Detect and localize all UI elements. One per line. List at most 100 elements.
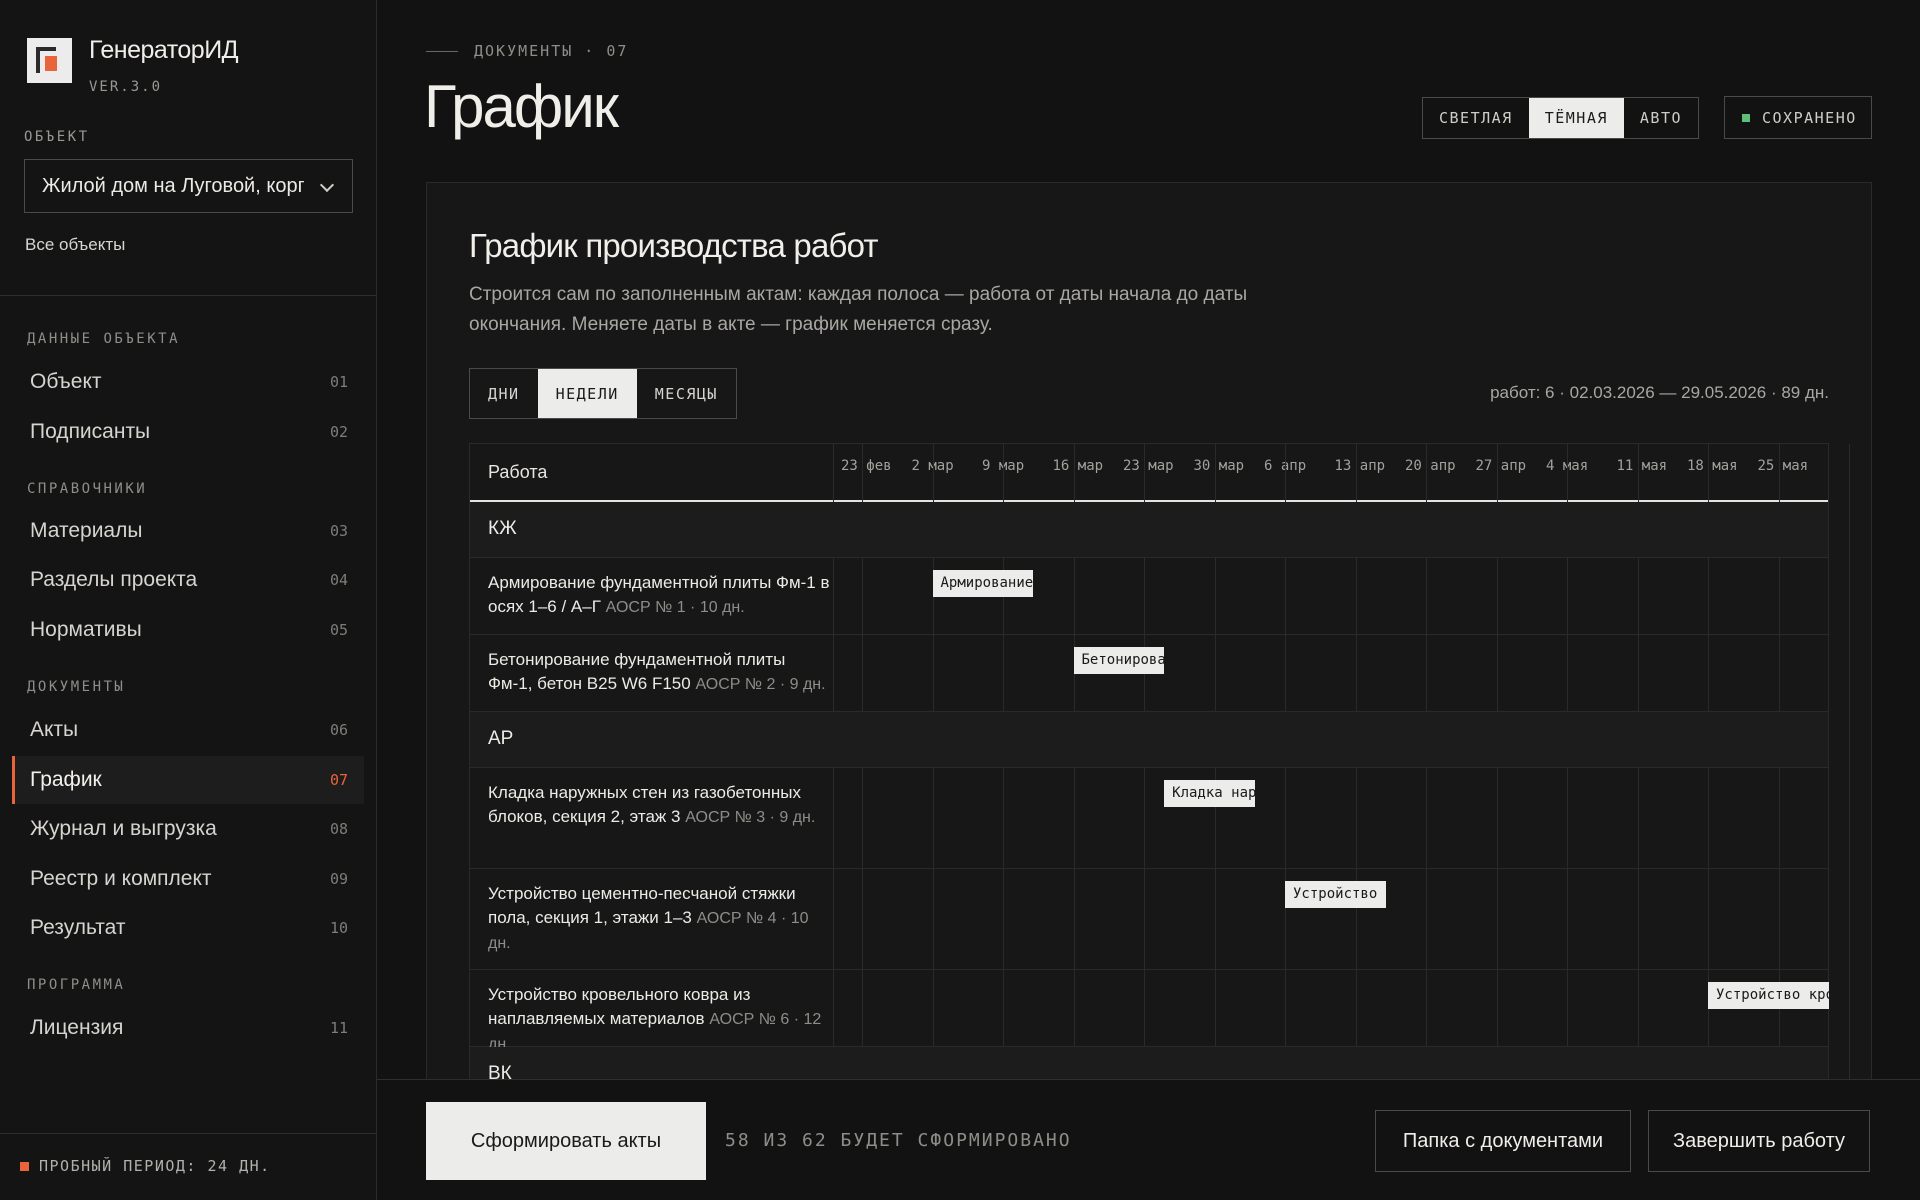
week-label: 18 мая: [1687, 458, 1738, 474]
task-bar[interactable]: Кладка наружных стен: [1164, 780, 1255, 807]
sidebar-footer-divider: [0, 1133, 377, 1134]
task-bar[interactable]: Армирование фундаментной плиты Фм-1: [932, 570, 1034, 597]
sidebar-item-number: 11: [329, 1019, 348, 1037]
trial-status: ПРОБНЫЙ ПЕРИОД: 24 ДН.: [20, 1157, 271, 1175]
scale-option[interactable]: НЕДЕЛИ: [537, 369, 637, 418]
sidebar-divider: [0, 295, 377, 296]
trial-text: ПРОБНЫЙ ПЕРИОД: 24 ДН.: [39, 1157, 271, 1175]
all-objects-link[interactable]: Все объекты: [25, 235, 125, 255]
app-version: VER.3.0: [89, 79, 163, 95]
task-bar[interactable]: Устройство стяжки: [1285, 881, 1386, 908]
week-label: 27 апр: [1475, 458, 1527, 474]
sidebar-item[interactable]: Журнал и выгрузка 08: [12, 805, 364, 853]
sidebar-item-number: 08: [329, 820, 348, 838]
task-row: Кладка наружных стен из газобетонных бло…: [470, 768, 1828, 869]
action-bar: Сформировать акты 58 ИЗ 62 БУДЕТ СФОРМИР…: [377, 1079, 1920, 1200]
sidebar-item[interactable]: Реестр и комплект 09: [12, 855, 364, 903]
task-bar[interactable]: Устройство кровельного ковра: [1708, 982, 1829, 1009]
week-label: 11 мая: [1616, 458, 1668, 474]
sidebar-item-number: 02: [329, 423, 348, 441]
schedule-panel: График производства работ Строится сам п…: [426, 182, 1872, 1142]
task-row: Бетонирование фундаментной плиты Фм-1, б…: [470, 635, 1828, 712]
object-select-value: Жилой дом на Луговой, корп. 2: [42, 174, 304, 197]
sidebar-item-label: Результат: [30, 916, 126, 939]
task-meta: АОСР № 1 · 10 дн.: [605, 599, 745, 616]
sidebar-item-label: Акты: [30, 718, 79, 741]
task-meta: АОСР № 3 · 9 дн.: [685, 809, 816, 826]
sidebar-item-label: Нормативы: [30, 618, 142, 641]
theme-option[interactable]: СВЕТЛАЯ: [1423, 98, 1529, 138]
task-label[interactable]: Устройство цементно-песчаной стяжки пола…: [488, 882, 833, 956]
sidebar-item-label: Подписанты: [30, 420, 151, 443]
chevron-down-icon: [319, 177, 335, 193]
app-window: ГенераторИД VER.3.0 ОБЪЕКТ Жилой дом на …: [0, 0, 1920, 1200]
sidebar-item[interactable]: Акты 06: [12, 706, 364, 754]
sidebar-item[interactable]: Разделы проекта 04: [12, 556, 364, 604]
sidebar-item-number: 04: [329, 571, 348, 589]
gantt-header: Работа 23 фев 2 мар 9 мар 16 мар 23 мар 30 ма…: [470, 444, 1828, 502]
sidebar-item-number: 10: [329, 919, 348, 937]
work-column-header: Работа: [488, 462, 548, 482]
page-title: График: [424, 73, 619, 140]
schedule-stats: работ: 6 · 02.03.2026 — 29.05.2026 · 89 …: [1490, 383, 1829, 402]
app-logo-icon: [27, 38, 72, 83]
theme-option[interactable]: АВТО: [1624, 98, 1698, 138]
sidebar-item-number: 01: [329, 373, 348, 391]
sidebar-item-label: Объект: [30, 370, 102, 393]
theme-switcher: СВЕТЛАЯ ТЁМНАЯ АВТО: [1422, 97, 1700, 139]
sidebar-item[interactable]: Материалы 03: [12, 507, 364, 555]
nav-group-title: ДОКУМЕНТЫ: [27, 679, 126, 695]
section-label: АР: [488, 728, 514, 749]
week-label: 16 мар: [1052, 458, 1104, 474]
sidebar-item-label: Лицензия: [30, 1016, 124, 1039]
task-meta: АОСР № 2 · 9 дн.: [695, 676, 826, 693]
sidebar-item[interactable]: Подписанты 02: [12, 408, 364, 456]
section-row: КЖ: [470, 502, 1828, 558]
sidebar-item[interactable]: Результат 10: [12, 904, 364, 952]
task-row: Устройство цементно-песчаной стяжки пола…: [470, 869, 1828, 970]
finish-work-button[interactable]: Завершить работу: [1648, 1110, 1870, 1172]
object-select[interactable]: Жилой дом на Луговой, корп. 2: [24, 159, 353, 213]
task-label[interactable]: Армирование фундаментной плиты Фм-1 в ос…: [488, 571, 833, 620]
saved-status-text: СОХРАНЕНО: [1762, 108, 1857, 127]
theme-option[interactable]: ТЁМНАЯ: [1528, 98, 1624, 138]
sidebar-item-number: 09: [329, 870, 348, 888]
nav-group-title: ДАННЫЕ ОБЪЕКТА: [27, 331, 181, 347]
nav-group-title: ПРОГРАММА: [27, 977, 126, 993]
week-label: 13 апр: [1334, 458, 1386, 474]
sidebar-item[interactable]: Нормативы 05: [12, 606, 364, 654]
saved-status: СОХРАНЕНО: [1724, 96, 1872, 139]
task-label[interactable]: Бетонирование фундаментной плиты Фм-1, б…: [488, 648, 833, 697]
task-row: Армирование фундаментной плиты Фм-1 в ос…: [470, 558, 1828, 635]
sidebar-item-label: Материалы: [30, 519, 143, 542]
schedule-title: График производства работ: [469, 227, 879, 264]
task-bar[interactable]: Бетонирование фундаментной плиты: [1073, 647, 1165, 674]
week-label: 23 фев: [841, 458, 892, 474]
sidebar-item-number: 03: [329, 522, 348, 540]
task-row: Устройство кровельного ковра из наплавля…: [470, 970, 1829, 1053]
week-label: 23 мар: [1123, 458, 1174, 474]
sidebar-item[interactable]: Объект 01: [12, 358, 364, 406]
nav-group-title: СПРАВОЧНИКИ: [27, 481, 148, 497]
sidebar-item-label: Журнал и выгрузка: [30, 817, 217, 840]
week-grid-line: [1849, 444, 1850, 1141]
task-label[interactable]: Кладка наружных стен из газобетонных бло…: [488, 781, 833, 830]
breadcrumb-text: ДОКУМЕНТЫ · 07: [474, 42, 629, 60]
generate-acts-button[interactable]: Сформировать акты: [426, 1102, 706, 1180]
breadcrumb: ДОКУМЕНТЫ · 07: [426, 42, 628, 60]
task-label[interactable]: Устройство кровельного ковра из наплавля…: [488, 983, 833, 1057]
documents-folder-button[interactable]: Папка с документами: [1375, 1110, 1631, 1172]
sidebar-item[interactable]: Лицензия 11: [12, 1004, 364, 1052]
scale-option[interactable]: МЕСЯЦЫ: [637, 369, 736, 418]
section-label: КЖ: [488, 518, 517, 539]
sidebar-item[interactable]: График 07: [12, 756, 364, 804]
sidebar-item-number: 07: [329, 771, 348, 789]
saved-indicator-icon: [1742, 113, 1750, 122]
section-row: АР: [470, 712, 1828, 768]
scale-option[interactable]: ДНИ: [470, 369, 538, 418]
sidebar-item-number: 05: [329, 621, 348, 639]
generation-count: 58 ИЗ 62 БУДЕТ СФОРМИРОВАНО: [725, 1130, 1072, 1151]
app-name: ГенераторИД: [89, 36, 239, 64]
gantt-chart: Работа 23 фев 2 мар 9 мар 16 мар 23 мар 30 ма…: [469, 443, 1850, 1141]
object-label: ОБЪЕКТ: [24, 129, 90, 145]
